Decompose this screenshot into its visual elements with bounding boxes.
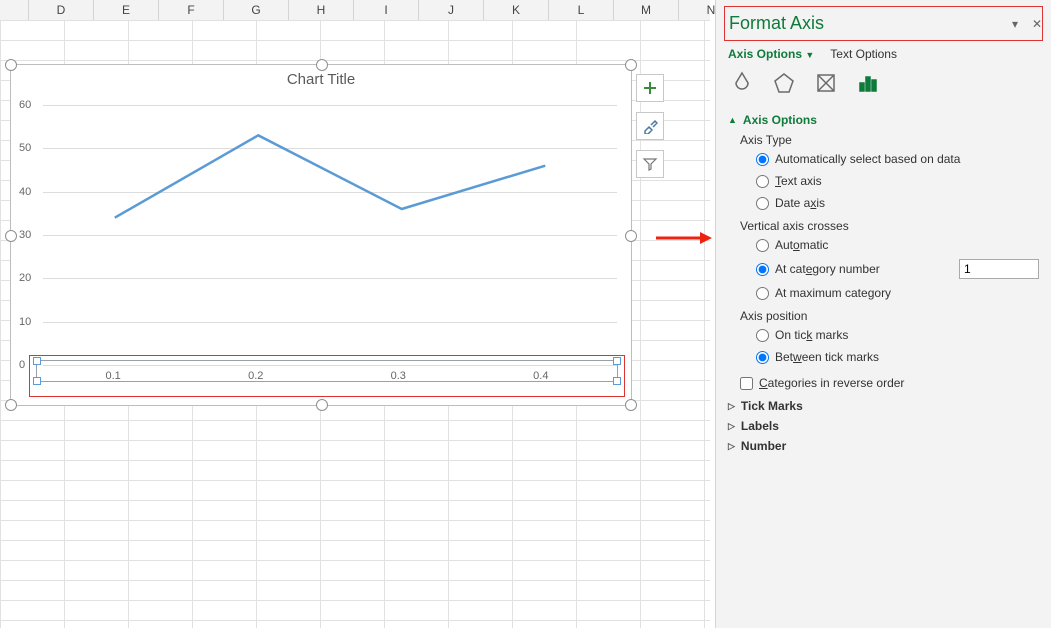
- column-headers: D E F G H I J K L M N: [0, 0, 710, 21]
- radio-vac-cat-number[interactable]: At category number: [756, 259, 880, 279]
- radio-between-tick[interactable]: Between tick marks: [756, 347, 1039, 367]
- col-header[interactable]: J: [419, 0, 484, 20]
- size-properties-icon[interactable]: [812, 69, 840, 97]
- resize-handle[interactable]: [625, 230, 637, 242]
- triangle-down-icon: ▲: [728, 115, 737, 125]
- vac-label: Vertical axis crosses: [740, 219, 1039, 233]
- resize-handle[interactable]: [5, 399, 17, 411]
- category-axis-highlight: 0.1 0.2 0.3 0.4: [29, 355, 625, 397]
- col-header[interactable]: [0, 0, 29, 20]
- col-header[interactable]: E: [94, 0, 159, 20]
- triangle-right-icon: ▷: [728, 441, 735, 452]
- close-icon[interactable]: ✕: [1032, 17, 1046, 31]
- radio-date-axis[interactable]: Date axis: [756, 193, 1039, 213]
- section-number[interactable]: ▷Number: [728, 439, 1039, 453]
- radio-vac-auto[interactable]: Automatic: [756, 235, 1039, 255]
- radio-text-axis[interactable]: Text axis: [756, 171, 1039, 191]
- y-tick-label: 40: [19, 186, 31, 198]
- y-tick-label: 30: [19, 229, 31, 241]
- col-header[interactable]: D: [29, 0, 94, 20]
- chart-action-buttons: [636, 74, 664, 188]
- y-tick-label: 20: [19, 272, 31, 284]
- pane-subtabs: Axis Options ▼ Text Options: [728, 47, 1039, 61]
- y-tick-label: 60: [19, 99, 31, 111]
- pane-title: Format Axis: [729, 13, 1038, 34]
- axis-type-label: Axis Type: [740, 133, 1039, 147]
- chart-filters-button[interactable]: [636, 150, 664, 178]
- x-tick-label: 0.4: [533, 370, 548, 382]
- category-number-input[interactable]: [959, 259, 1039, 279]
- section-axis-options[interactable]: ▲ Axis Options: [728, 113, 1039, 127]
- effects-icon[interactable]: [770, 69, 798, 97]
- resize-handle[interactable]: [5, 230, 17, 242]
- col-header[interactable]: I: [354, 0, 419, 20]
- resize-handle[interactable]: [625, 59, 637, 71]
- col-header[interactable]: H: [289, 0, 354, 20]
- format-axis-pane: Format Axis ▾ ✕ Axis Options ▼ Text Opti…: [715, 0, 1051, 628]
- resize-handle[interactable]: [316, 399, 328, 411]
- radio-auto-axis-type[interactable]: Automatically select based on data: [756, 149, 1039, 169]
- tab-text-options[interactable]: Text Options: [830, 47, 897, 61]
- axis-position-label: Axis position: [740, 309, 1039, 323]
- annotation-arrow-icon: [656, 230, 712, 246]
- chart-object[interactable]: Chart Title 60 50 40 30 20 10 0 0.1: [10, 64, 632, 406]
- fill-line-icon[interactable]: [728, 69, 756, 97]
- col-header[interactable]: F: [159, 0, 224, 20]
- axis-handle[interactable]: [613, 377, 621, 385]
- radio-vac-max[interactable]: At maximum category: [756, 283, 1039, 303]
- axis-handle[interactable]: [613, 357, 621, 365]
- plot-area[interactable]: 60 50 40 30 20 10 0: [43, 105, 617, 365]
- radio-on-tick[interactable]: On tick marks: [756, 325, 1039, 345]
- resize-handle[interactable]: [625, 399, 637, 411]
- triangle-right-icon: ▷: [728, 401, 735, 412]
- section-labels[interactable]: ▷Labels: [728, 419, 1039, 433]
- resize-handle[interactable]: [5, 59, 17, 71]
- col-header[interactable]: G: [224, 0, 289, 20]
- y-tick-label: 50: [19, 142, 31, 154]
- col-header[interactable]: L: [549, 0, 614, 20]
- col-header[interactable]: M: [614, 0, 679, 20]
- worksheet-grid[interactable]: D E F G H I J K L M N Chart Title 60 50 …: [0, 0, 710, 628]
- x-tick-label: 0.3: [391, 370, 406, 382]
- axis-options-icon[interactable]: [854, 69, 882, 97]
- chart-styles-button[interactable]: [636, 112, 664, 140]
- resize-handle[interactable]: [316, 59, 328, 71]
- paintbrush-icon: [642, 118, 658, 134]
- axis-handle[interactable]: [33, 357, 41, 365]
- property-category-icons: [728, 69, 1039, 97]
- y-tick-label: 0: [19, 359, 25, 371]
- y-tick-label: 10: [19, 316, 31, 328]
- chart-elements-button[interactable]: [636, 74, 664, 102]
- triangle-right-icon: ▷: [728, 421, 735, 432]
- plus-icon: [642, 80, 658, 96]
- col-header[interactable]: K: [484, 0, 549, 20]
- tab-axis-options[interactable]: Axis Options ▼: [728, 47, 814, 61]
- pane-options-button[interactable]: ▾: [1012, 17, 1026, 31]
- funnel-icon: [642, 156, 658, 172]
- axis-handle[interactable]: [33, 377, 41, 385]
- x-tick-label: 0.2: [248, 370, 263, 382]
- line-series[interactable]: [43, 105, 617, 365]
- category-axis-selection[interactable]: [36, 360, 618, 382]
- checkbox-reverse-order[interactable]: Categories in reverse order: [740, 373, 1039, 393]
- x-tick-label: 0.1: [106, 370, 121, 382]
- section-tick-marks[interactable]: ▷Tick Marks: [728, 399, 1039, 413]
- pane-header: Format Axis ▾ ✕: [724, 6, 1043, 41]
- chevron-down-icon: ▼: [805, 50, 814, 60]
